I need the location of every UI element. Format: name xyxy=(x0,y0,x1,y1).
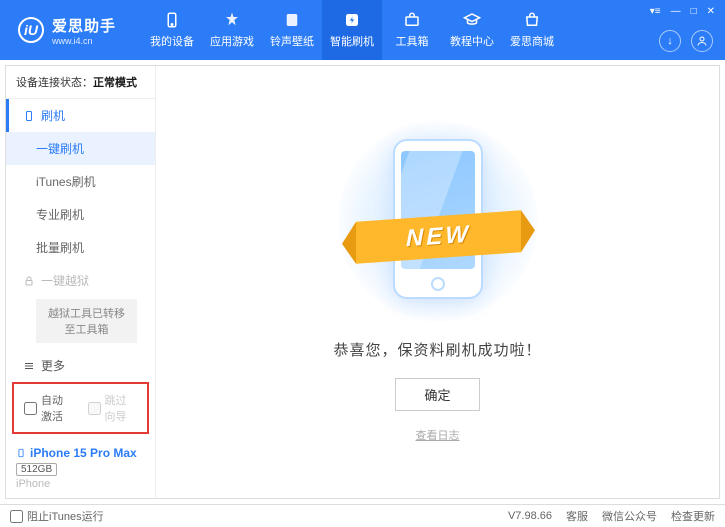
sidebar-item-itunes-flash[interactable]: iTunes刷机 xyxy=(6,165,155,198)
tutorials-icon xyxy=(463,11,481,29)
auto-activate-checkbox[interactable]: 自动激活 xyxy=(24,392,74,424)
sidebar-section-more[interactable]: 更多 xyxy=(6,349,155,378)
footer-bar: 阻止iTunes运行 V7.98.66 客服 微信公众号 检查更新 xyxy=(0,504,725,527)
skip-setup-checkbox[interactable]: 跳过向导 xyxy=(88,392,138,424)
device-info: iPhone 15 Pro Max 512GB iPhone xyxy=(6,438,155,498)
view-log-link[interactable]: 查看日志 xyxy=(416,427,460,443)
ringtone-icon xyxy=(283,11,301,29)
apps-icon xyxy=(223,11,241,29)
connection-status: 设备连接状态：正常模式 xyxy=(6,66,155,99)
toolbox-icon xyxy=(403,11,421,29)
maximize-icon[interactable]: □ xyxy=(691,6,697,17)
logo-icon: iU xyxy=(18,17,44,43)
device-icon xyxy=(163,11,181,29)
sidebar-section-flash[interactable]: 刷机 xyxy=(6,99,155,132)
nav-flash[interactable]: 智能刷机 xyxy=(322,0,382,60)
jailbreak-note: 越狱工具已转移至工具箱 xyxy=(36,299,137,343)
footer-wechat[interactable]: 微信公众号 xyxy=(602,508,657,524)
device-name[interactable]: iPhone 15 Pro Max xyxy=(16,446,145,460)
footer-support[interactable]: 客服 xyxy=(566,508,588,524)
flash-section-icon xyxy=(23,110,35,122)
app-title: 爱思助手 xyxy=(52,15,116,36)
window-controls: ▾≡ — □ ✕ xyxy=(650,6,715,17)
store-icon xyxy=(523,11,541,29)
success-message: 恭喜您，保资料刷机成功啦！ xyxy=(333,339,541,360)
nav-my-device[interactable]: 我的设备 xyxy=(142,0,202,60)
logo-area: iU 爱思助手 www.i4.cn xyxy=(0,15,134,46)
block-itunes-checkbox[interactable]: 阻止iTunes运行 xyxy=(10,508,104,524)
menu-icon[interactable]: ▾≡ xyxy=(650,6,661,17)
phone-icon xyxy=(16,446,26,460)
nav-tutorials[interactable]: 教程中心 xyxy=(442,0,502,60)
flash-icon xyxy=(343,11,361,29)
ok-button[interactable]: 确定 xyxy=(395,378,479,411)
footer-update[interactable]: 检查更新 xyxy=(671,508,715,524)
storage-badge: 512GB xyxy=(16,463,57,476)
app-header: iU 爱思助手 www.i4.cn 我的设备 应用游戏 铃声壁纸 智能刷机 工具… xyxy=(0,0,725,60)
user-button[interactable] xyxy=(691,30,713,52)
close-icon[interactable]: ✕ xyxy=(707,6,715,17)
more-icon xyxy=(23,360,35,372)
sidebar: 设备连接状态：正常模式 刷机 一键刷机 iTunes刷机 专业刷机 批量刷机 一… xyxy=(6,66,156,498)
sidebar-item-pro-flash[interactable]: 专业刷机 xyxy=(6,198,155,231)
options-highlighted-box: 自动激活 跳过向导 xyxy=(12,382,149,434)
nav-apps[interactable]: 应用游戏 xyxy=(202,0,262,60)
main-content: NEW 恭喜您，保资料刷机成功啦！ 确定 查看日志 xyxy=(156,66,719,498)
nav-ringtones[interactable]: 铃声壁纸 xyxy=(262,0,322,60)
sidebar-section-jailbreak: 一键越狱 xyxy=(6,264,155,297)
version-label: V7.98.66 xyxy=(508,510,552,522)
minimize-icon[interactable]: — xyxy=(671,6,681,17)
success-illustration: NEW xyxy=(338,121,538,321)
lock-icon xyxy=(23,275,35,287)
main-nav: 我的设备 应用游戏 铃声壁纸 智能刷机 工具箱 教程中心 爱思商城 xyxy=(142,0,562,60)
app-url: www.i4.cn xyxy=(52,36,116,46)
nav-toolbox[interactable]: 工具箱 xyxy=(382,0,442,60)
device-type: iPhone xyxy=(16,478,145,490)
sidebar-item-batch-flash[interactable]: 批量刷机 xyxy=(6,231,155,264)
nav-store[interactable]: 爱思商城 xyxy=(502,0,562,60)
sidebar-item-oneclick-flash[interactable]: 一键刷机 xyxy=(6,132,155,165)
download-button[interactable]: ↓ xyxy=(659,30,681,52)
